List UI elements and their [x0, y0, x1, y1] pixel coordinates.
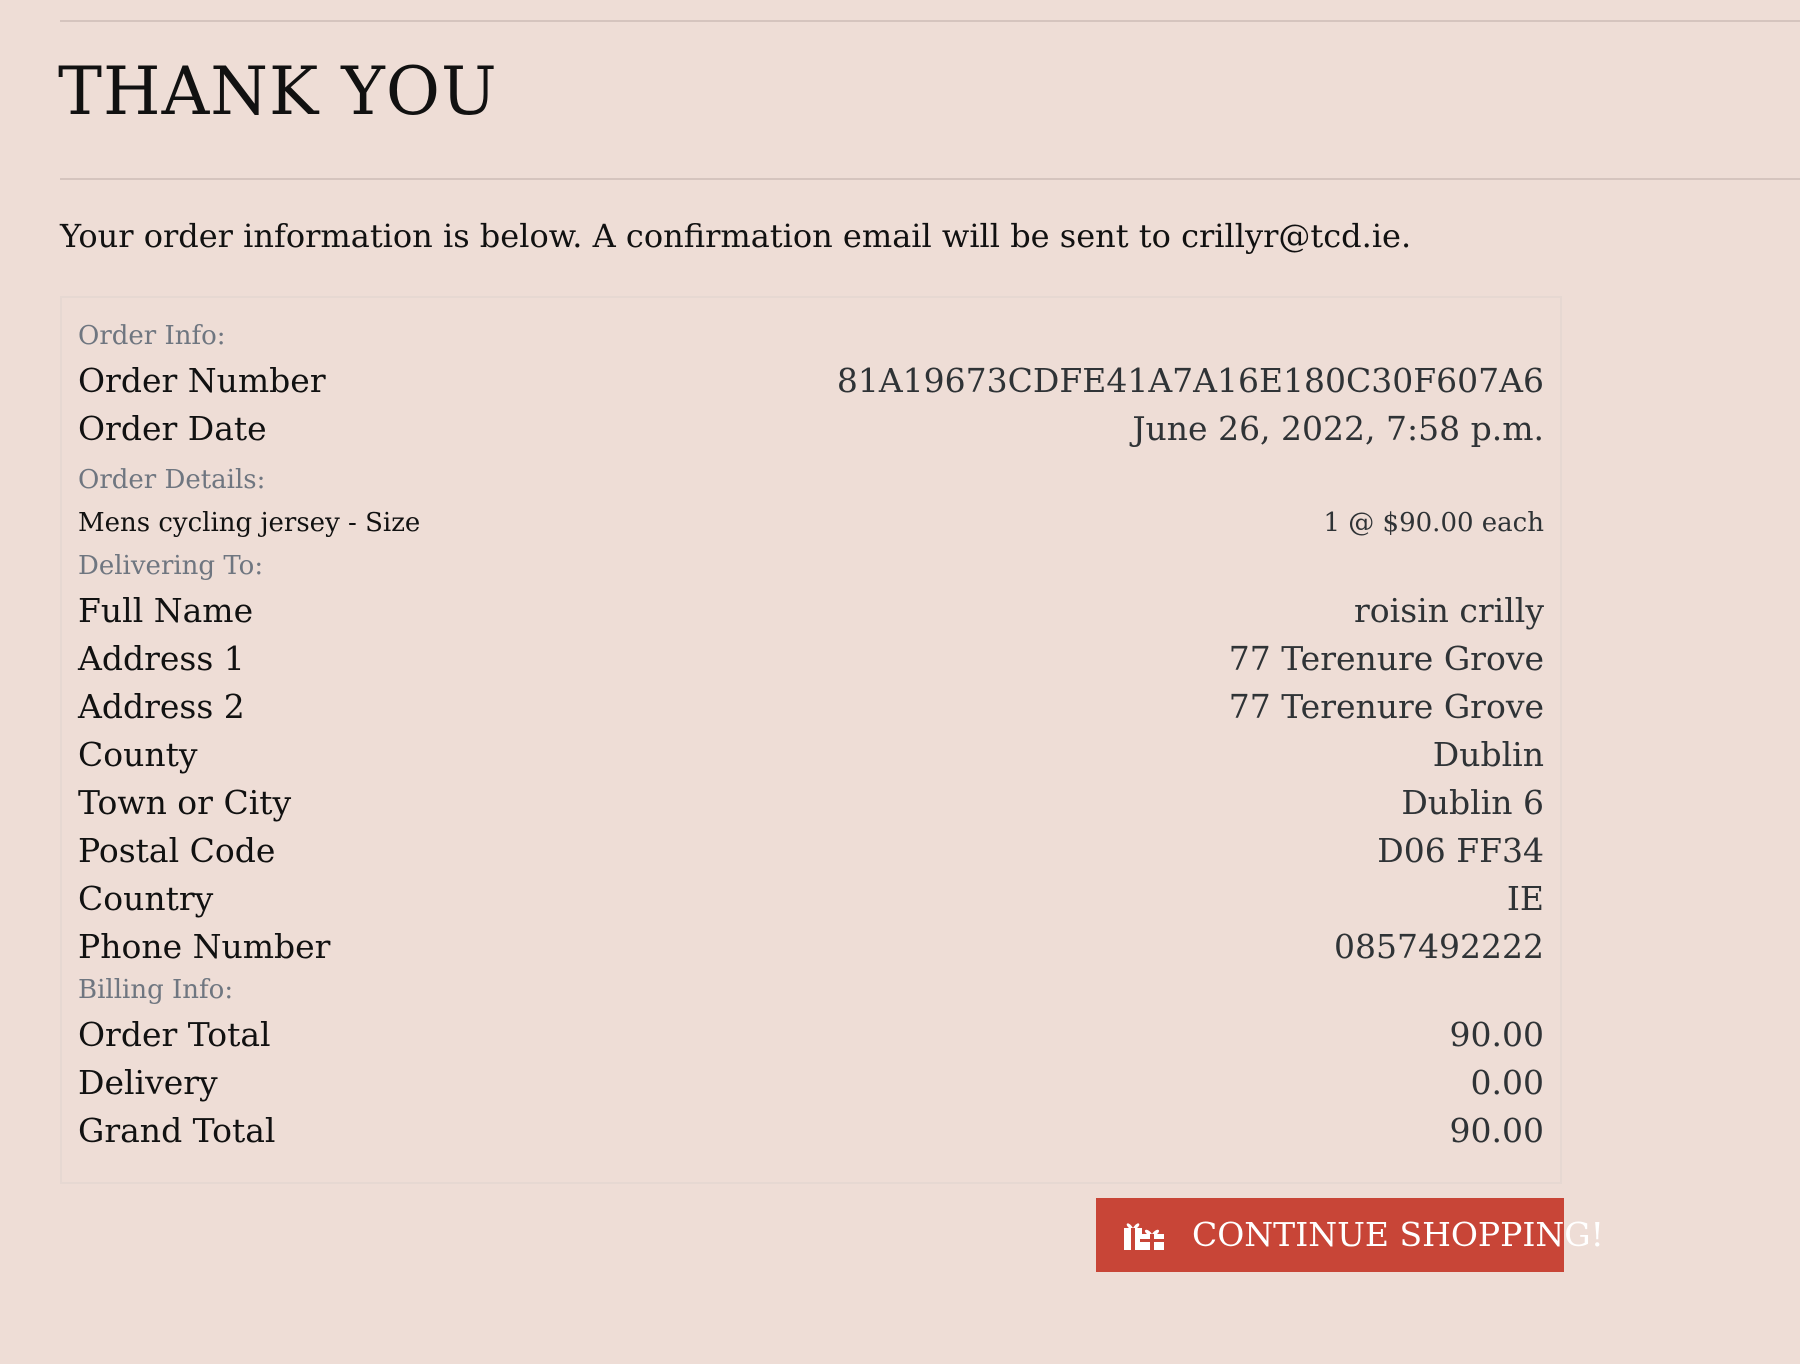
- delivering-to-heading: Delivering To:: [78, 551, 264, 581]
- order-total-row: Order Total 90.00: [78, 1010, 1544, 1058]
- order-total-value: 90.00: [1449, 1014, 1544, 1054]
- county-value: Dublin: [1432, 734, 1544, 774]
- town-or-city-label: Town or City: [78, 782, 292, 822]
- phone-number-label: Phone Number: [78, 926, 331, 966]
- order-summary-card: Order Info: Order Number 81A19673CDFE41A…: [60, 296, 1562, 1184]
- gifts-icon: [1122, 1218, 1166, 1252]
- delivery-label: Delivery: [78, 1062, 218, 1102]
- order-info-heading: Order Info:: [78, 321, 226, 351]
- address-1-value: 77 Terenure Grove: [1228, 638, 1544, 678]
- order-date-row: Order Date June 26, 2022, 7:58 p.m.: [78, 404, 1544, 452]
- country-row: Country IE: [78, 874, 1544, 922]
- order-number-label: Order Number: [78, 360, 326, 400]
- full-name-row: Full Name roisin crilly: [78, 586, 1544, 634]
- grand-total-label: Grand Total: [78, 1110, 276, 1150]
- title-divider: [60, 178, 1800, 180]
- continue-shopping-label: CONTINUE SHOPPING!: [1192, 1215, 1604, 1254]
- line-item-name: Mens cycling jersey - Size: [78, 508, 421, 538]
- continue-shopping-button[interactable]: CONTINUE SHOPPING!: [1096, 1198, 1604, 1272]
- postal-code-label: Postal Code: [78, 830, 276, 870]
- order-details-heading: Order Details:: [78, 465, 266, 495]
- confirmation-message: Your order information is below. A confi…: [60, 217, 1412, 255]
- address-2-value: 77 Terenure Grove: [1228, 686, 1544, 726]
- delivery-row: Delivery 0.00: [78, 1058, 1544, 1106]
- order-number-value: 81A19673CDFE41A7A16E180C30F607A6: [836, 360, 1544, 400]
- country-value: IE: [1506, 878, 1544, 918]
- order-date-value: June 26, 2022, 7:58 p.m.: [1132, 408, 1544, 448]
- address-2-row: Address 2 77 Terenure Grove: [78, 682, 1544, 730]
- delivery-value: 0.00: [1470, 1062, 1544, 1102]
- postal-code-row: Postal Code D06 FF34: [78, 826, 1544, 874]
- order-date-label: Order Date: [78, 408, 267, 448]
- postal-code-value: D06 FF34: [1377, 830, 1544, 870]
- address-1-row: Address 1 77 Terenure Grove: [78, 634, 1544, 682]
- country-label: Country: [78, 878, 214, 918]
- county-row: County Dublin: [78, 730, 1544, 778]
- town-or-city-row: Town or City Dublin 6: [78, 778, 1544, 826]
- county-label: County: [78, 734, 198, 774]
- top-divider: [60, 20, 1800, 22]
- full-name-value: roisin crilly: [1354, 590, 1544, 630]
- phone-number-value: 0857492222: [1334, 926, 1544, 966]
- page-title: THANK YOU: [58, 53, 498, 130]
- town-or-city-value: Dublin 6: [1401, 782, 1544, 822]
- full-name-label: Full Name: [78, 590, 254, 630]
- line-item-quantity-price: 1 @ $90.00 each: [1323, 508, 1544, 538]
- billing-info-heading: Billing Info:: [78, 975, 234, 1005]
- order-total-label: Order Total: [78, 1014, 271, 1054]
- address-2-label: Address 2: [78, 686, 245, 726]
- line-item-row: Mens cycling jersey - Size 1 @ $90.00 ea…: [78, 500, 1544, 546]
- phone-number-row: Phone Number 0857492222: [78, 922, 1544, 970]
- order-number-row: Order Number 81A19673CDFE41A7A16E180C30F…: [78, 356, 1544, 404]
- address-1-label: Address 1: [78, 638, 245, 678]
- order-summary-content: Order Info: Order Number 81A19673CDFE41A…: [78, 316, 1544, 1154]
- grand-total-row: Grand Total 90.00: [78, 1106, 1544, 1154]
- grand-total-value: 90.00: [1449, 1110, 1544, 1150]
